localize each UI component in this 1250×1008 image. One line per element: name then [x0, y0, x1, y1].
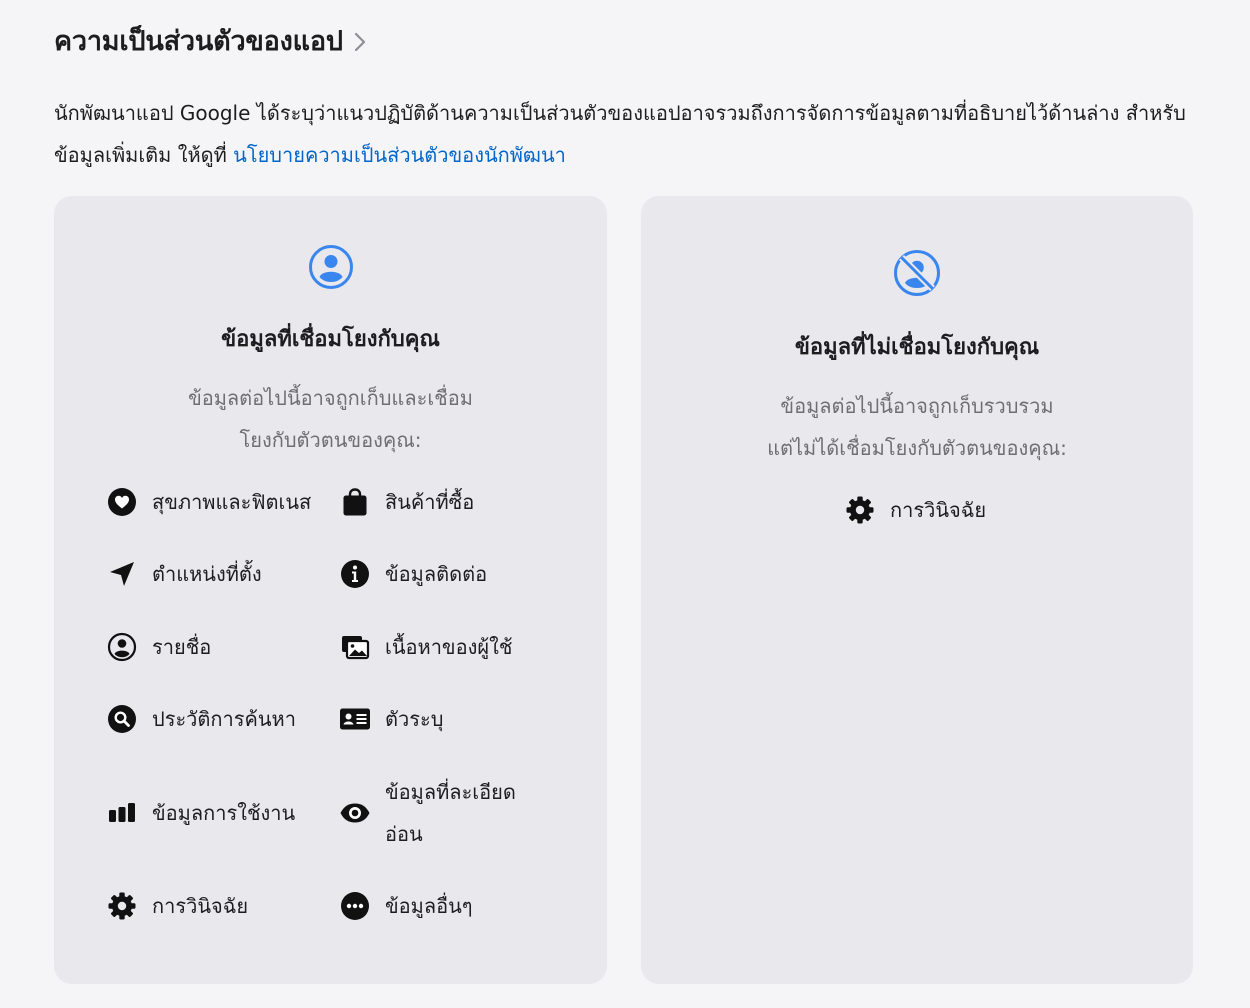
linked-card-title: ข้อมูลที่เชื่อมโยงกับคุณ: [221, 327, 440, 352]
privacy-header[interactable]: ความเป็นส่วนตัวของแอป: [54, 22, 367, 62]
more-icon: [339, 890, 371, 922]
privacy-description: นักพัฒนาแอป Google ได้ระบุว่าแนวปฏิบัติด…: [54, 92, 1214, 176]
heart-icon: [106, 486, 138, 518]
list-item-search-history: ประวัติการค้นหา: [106, 698, 296, 740]
list-item-health-fitness: สุขภาพและฟิตเนส: [106, 481, 311, 523]
person-circle-icon: [308, 244, 354, 294]
linked-data-card: ข้อมูลที่เชื่อมโยงกับคุณ ข้อมูลต่อไปนี้อ…: [54, 196, 607, 984]
gear-icon: [844, 494, 876, 526]
list-item-sensitive-info: ข้อมูลที่ละเอียดอ่อน: [339, 771, 535, 855]
bar-chart-icon: [106, 797, 138, 829]
location-arrow-icon: [106, 558, 138, 590]
photos-icon: [339, 631, 371, 663]
list-item-user-content: เนื้อหาของผู้ใช้: [339, 626, 512, 668]
id-card-icon: [339, 703, 371, 735]
list-item-location: ตำแหน่งที่ตั้ง: [106, 553, 262, 595]
info-icon: [339, 558, 371, 590]
unlinked-data-card: ข้อมูลที่ไม่เชื่อมโยงกับคุณ ข้อมูลต่อไปน…: [641, 196, 1193, 984]
description-text: นักพัฒนาแอป Google ได้ระบุว่าแนวปฏิบัติด…: [54, 101, 1186, 167]
linked-card-subtitle: ข้อมูลต่อไปนี้อาจถูกเก็บและเชื่อม โยงกับ…: [188, 386, 473, 452]
list-item-contact-info: ข้อมูลติดต่อ: [339, 553, 487, 595]
page-title: ความเป็นส่วนตัวของแอป: [54, 26, 343, 57]
shopping-bag-icon: [339, 486, 371, 518]
chevron-right-icon: [353, 31, 367, 53]
person-slash-icon: [892, 248, 942, 302]
search-icon: [106, 703, 138, 735]
unlinked-card-title: ข้อมูลที่ไม่เชื่อมโยงกับคุณ: [794, 335, 1040, 360]
list-item-identifiers: ตัวระบุ: [339, 698, 443, 740]
list-item-purchases: สินค้าที่ซื้อ: [339, 481, 474, 523]
developer-privacy-policy-link[interactable]: นโยบายความเป็นส่วนตัวของนักพัฒนา: [233, 143, 566, 167]
gear-icon: [106, 890, 138, 922]
list-item-contacts: รายชื่อ: [106, 626, 211, 668]
list-item-other-data: ข้อมูลอื่นๆ: [339, 885, 473, 927]
list-item-diagnostics: การวินิจฉัย: [106, 885, 248, 927]
list-item-diagnostics: การวินิจฉัย: [844, 489, 986, 531]
eye-icon: [339, 797, 371, 829]
unlinked-card-subtitle: ข้อมูลต่อไปนี้อาจถูกเก็บรวบรวม แต่ไม่ได้…: [767, 394, 1067, 460]
list-item-usage-data: ข้อมูลการใช้งาน: [106, 792, 295, 834]
person-circle-icon: [106, 631, 138, 663]
